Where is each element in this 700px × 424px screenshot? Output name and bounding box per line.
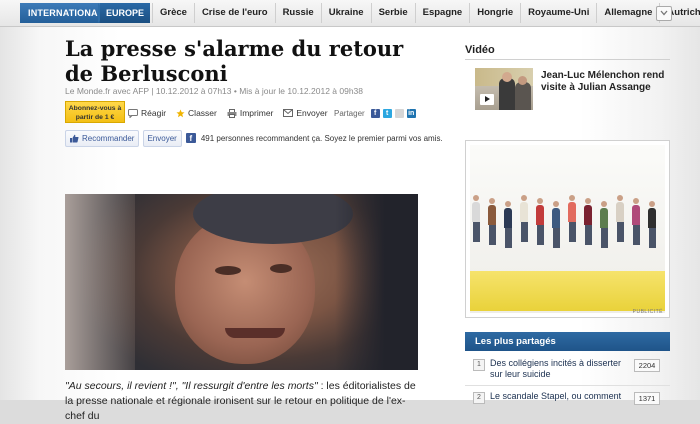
nav-link-royaume-uni[interactable]: Royaume-Uni: [521, 3, 598, 23]
nav-link-hongrie[interactable]: Hongrie: [470, 3, 522, 23]
top-nav: INTERNATIONAL EUROPE Grèce Crise de l'eu…: [0, 0, 700, 27]
google-share-icon[interactable]: [394, 108, 404, 118]
article-lead: "Au secours, il revient !", "Il ressurgi…: [65, 379, 420, 424]
item-rank: 2: [473, 392, 485, 404]
video-title-link[interactable]: Jean-Luc Mélenchon rend visite à Julian …: [541, 70, 671, 94]
item-rank: 1: [473, 359, 485, 371]
facebook-send-button[interactable]: Envoyer: [143, 129, 182, 147]
send-label: Envoyer: [296, 108, 328, 118]
printer-icon: [227, 108, 237, 118]
envelope-icon: [283, 109, 294, 117]
article-photo: [65, 194, 418, 370]
print-label: Imprimer: [239, 108, 274, 118]
article-byline: Le Monde.fr avec AFP | 10.12.2012 à 07h1…: [65, 86, 364, 96]
classify-button[interactable]: Classer: [176, 108, 217, 118]
share-bar: Partager f t in: [334, 104, 416, 122]
video-thumbnail[interactable]: [475, 68, 533, 110]
twitter-share-icon[interactable]: t: [382, 108, 392, 118]
nav-expand-button[interactable]: [656, 6, 672, 21]
most-shared-heading: Les plus partagés: [465, 332, 670, 351]
facebook-count-text: 491 personnes recommandent ça. Soyez le …: [200, 133, 443, 143]
facebook-recommend-button[interactable]: Recommander: [65, 129, 140, 147]
advertisement[interactable]: PUBLICITÉ: [465, 140, 670, 318]
video-heading: Vidéo: [465, 41, 670, 60]
nav-links: Grèce Crise de l'euro Russie Ukraine Ser…: [152, 3, 700, 23]
list-divider: [465, 385, 670, 386]
react-label: Réagir: [141, 108, 167, 118]
comment-icon: [128, 108, 138, 118]
most-shared-item[interactable]: 2 Le scandale Stapel, ou comment 1371: [465, 389, 670, 419]
nav-link-russie[interactable]: Russie: [276, 3, 322, 23]
react-button[interactable]: Réagir: [128, 108, 166, 118]
facebook-icon: f: [185, 133, 196, 143]
item-title[interactable]: Des collégiens incités à disserter sur l…: [490, 358, 625, 380]
print-button[interactable]: Imprimer: [227, 108, 274, 118]
nav-link-espagne[interactable]: Espagne: [416, 3, 471, 23]
share-label: Partager: [334, 108, 365, 118]
facebook-share-icon[interactable]: f: [370, 108, 380, 118]
nav-link-serbie[interactable]: Serbie: [372, 3, 416, 23]
nav-section-europe[interactable]: EUROPE: [100, 3, 150, 23]
article-title: La presse s'alarme du retour de Berlusco…: [65, 36, 404, 86]
article-actions: Réagir Classer Imprimer Envoyer: [128, 104, 338, 122]
chevron-down-icon: [660, 10, 668, 16]
classify-label: Classer: [188, 108, 217, 118]
recommend-label: Recommander: [82, 133, 135, 143]
nav-link-grece[interactable]: Grèce: [152, 3, 195, 23]
nav-link-ukraine[interactable]: Ukraine: [322, 3, 372, 23]
facebook-social-row: Recommander Envoyer f 491 personnes reco…: [65, 129, 443, 147]
item-title[interactable]: Le scandale Stapel, ou comment: [490, 391, 625, 402]
nav-link-allemagne[interactable]: Allemagne: [597, 3, 661, 23]
send-fb-label: Envoyer: [147, 133, 177, 143]
star-icon: [176, 108, 185, 117]
item-share-count: 2204: [634, 359, 660, 372]
send-button[interactable]: Envoyer: [283, 108, 328, 118]
subscribe-button[interactable]: Abonnez-vous à partir de 1 €: [65, 101, 125, 123]
ad-label: PUBLICITÉ: [632, 309, 663, 315]
thumbs-up-icon: [70, 134, 79, 142]
lead-quote: "Au secours, il revient !", "Il ressurgi…: [65, 380, 318, 392]
item-share-count: 1371: [634, 392, 660, 405]
linkedin-share-icon[interactable]: in: [406, 108, 416, 118]
nav-link-crise-euro[interactable]: Crise de l'euro: [195, 3, 276, 23]
nav-section-international[interactable]: INTERNATIONAL: [20, 3, 103, 23]
play-icon[interactable]: [480, 94, 494, 105]
most-shared-item[interactable]: 1 Des collégiens incités à disserter sur…: [465, 356, 670, 386]
